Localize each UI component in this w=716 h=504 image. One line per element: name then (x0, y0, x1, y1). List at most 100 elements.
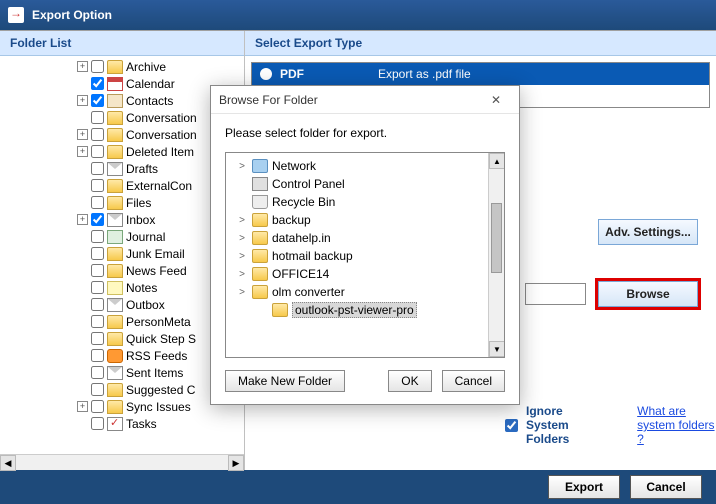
dialog-cancel-button[interactable]: Cancel (442, 370, 505, 392)
folder-checkbox[interactable] (91, 247, 104, 260)
scroll-thumb[interactable] (491, 203, 502, 273)
adv-settings-button[interactable]: Adv. Settings... (598, 219, 698, 245)
tree-row[interactable]: > OFFICE14 (230, 265, 484, 283)
folder-row[interactable]: +Archive (2, 58, 242, 75)
tree-row[interactable]: >datahelp.in (230, 229, 484, 247)
dialog-close-icon[interactable]: ✕ (481, 90, 511, 110)
folder-list[interactable]: +ArchiveCalendar+Contacts Conversation+Co… (0, 56, 244, 454)
folder-checkbox[interactable] (91, 162, 104, 175)
make-new-folder-button[interactable]: Make New Folder (225, 370, 345, 392)
expand-icon[interactable]: + (77, 146, 88, 157)
tree-row[interactable]: outlook-pst-viewer-pro (230, 301, 484, 319)
expand-icon[interactable]: + (77, 61, 88, 72)
folder-row[interactable]: Journal (2, 228, 242, 245)
dialog-ok-button[interactable]: OK (388, 370, 431, 392)
chevron-right-icon[interactable]: > (236, 233, 248, 244)
expand-icon[interactable]: + (77, 401, 88, 412)
folder-row[interactable]: Quick Step S (2, 330, 242, 347)
folder-checkbox[interactable] (91, 281, 104, 294)
browse-button[interactable]: Browse (598, 281, 698, 307)
folder-label: News Feed (126, 264, 187, 278)
folder-checkbox[interactable] (91, 196, 104, 209)
expand-icon[interactable]: + (77, 129, 88, 140)
expand-icon[interactable]: + (77, 95, 88, 106)
export-path-input[interactable] (525, 283, 586, 305)
folder-checkbox[interactable] (91, 230, 104, 243)
scroll-left-icon[interactable]: ◀ (0, 455, 16, 471)
folder-checkbox[interactable] (91, 366, 104, 379)
ignore-system-checkbox[interactable] (505, 419, 518, 432)
chevron-right-icon[interactable]: > (236, 251, 248, 262)
system-folders-link[interactable]: What are system folders ? (637, 404, 716, 446)
folder-icon (107, 145, 123, 159)
tree-vscroll[interactable]: ▲ ▼ (488, 153, 504, 357)
folder-row[interactable]: PersonMeta (2, 313, 242, 330)
folder-icon (107, 400, 123, 414)
folder-checkbox[interactable] (91, 315, 104, 328)
radio-icon[interactable] (260, 68, 272, 80)
scroll-down-icon[interactable]: ▼ (489, 341, 505, 357)
tree-row[interactable]: >olm converter (230, 283, 484, 301)
scroll-up-icon[interactable]: ▲ (489, 153, 505, 169)
folder-checkbox[interactable] (91, 349, 104, 362)
folder-list-hscroll[interactable]: ◀ ▶ (0, 454, 244, 470)
folder-row[interactable]: Notes (2, 279, 242, 296)
folder-row[interactable]: News Feed (2, 262, 242, 279)
folder-checkbox[interactable] (91, 213, 104, 226)
folder-checkbox[interactable] (91, 264, 104, 277)
chevron-right-icon[interactable]: > (236, 215, 248, 226)
dialog-folder-tree[interactable]: >NetworkControl PanelRecycle Bin>backup>… (225, 152, 505, 358)
chevron-right-icon[interactable]: > (236, 287, 248, 298)
export-option-row[interactable]: PDFExport as .pdf file (252, 63, 709, 85)
folder-row[interactable]: +Conversation (2, 126, 242, 143)
folder-checkbox[interactable] (91, 298, 104, 311)
folder-row[interactable]: +Inbox (2, 211, 242, 228)
folder-row[interactable]: +Contacts (2, 92, 242, 109)
folder-row[interactable]: ExternalCon (2, 177, 242, 194)
folder-icon (252, 267, 268, 281)
tree-label: OFFICE14 (272, 267, 329, 281)
folder-row[interactable]: Outbox (2, 296, 242, 313)
folder-row[interactable]: RSS Feeds (2, 347, 242, 364)
folder-label: Conversation (126, 111, 197, 125)
tree-row[interactable]: >Network (230, 157, 484, 175)
folder-checkbox[interactable] (91, 60, 104, 73)
tree-row[interactable]: Control Panel (230, 175, 484, 193)
folder-checkbox[interactable] (91, 128, 104, 141)
scroll-right-icon[interactable]: ▶ (228, 455, 244, 471)
folder-label: Tasks (126, 417, 157, 431)
folder-row[interactable]: Conversation (2, 109, 242, 126)
folder-checkbox[interactable] (91, 77, 104, 90)
window-titlebar: Export Option (0, 0, 716, 30)
folder-row[interactable]: +Deleted Item (2, 143, 242, 160)
expand-icon[interactable]: + (77, 214, 88, 225)
folder-row[interactable]: Sent Items (2, 364, 242, 381)
folder-row[interactable]: Tasks (2, 415, 242, 432)
tree-row[interactable]: >hotmail backup (230, 247, 484, 265)
folder-checkbox[interactable] (91, 332, 104, 345)
folder-row[interactable]: +Sync Issues (2, 398, 242, 415)
folder-checkbox[interactable] (91, 145, 104, 158)
folder-checkbox[interactable] (91, 179, 104, 192)
folder-row[interactable]: Files (2, 194, 242, 211)
tree-row[interactable]: Recycle Bin (230, 193, 484, 211)
folder-row[interactable]: Drafts (2, 160, 242, 177)
folder-row[interactable]: Calendar (2, 75, 242, 92)
export-button[interactable]: Export (548, 475, 620, 499)
folder-checkbox[interactable] (91, 111, 104, 124)
folder-row[interactable]: Suggested C (2, 381, 242, 398)
folder-checkbox[interactable] (91, 94, 104, 107)
folder-icon (107, 128, 123, 142)
chevron-right-icon[interactable]: > (236, 161, 248, 172)
chevron-right-icon[interactable]: > (236, 269, 248, 280)
cancel-button[interactable]: Cancel (630, 475, 702, 499)
folder-row[interactable]: Junk Email (2, 245, 242, 262)
footer: Export Cancel (0, 470, 716, 504)
folder-checkbox[interactable] (91, 383, 104, 396)
expand-icon (77, 333, 88, 344)
folder-checkbox[interactable] (91, 400, 104, 413)
tree-row[interactable]: >backup (230, 211, 484, 229)
rss-icon (107, 349, 123, 363)
expand-icon (77, 316, 88, 327)
folder-checkbox[interactable] (91, 417, 104, 430)
